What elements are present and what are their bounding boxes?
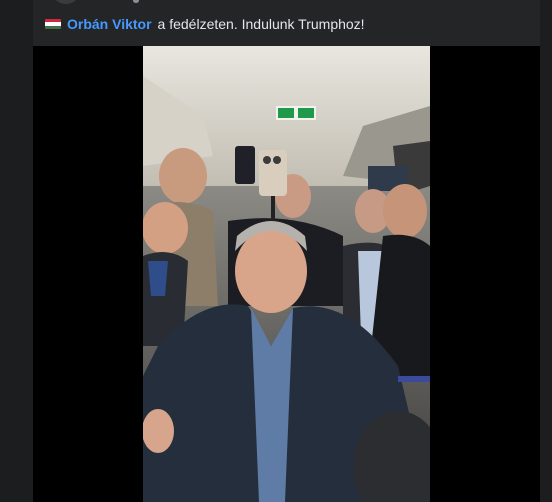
post-card: Orbán Viktor a fedélzeten. Indulunk Trum… <box>33 0 540 502</box>
author-mention-link[interactable]: Orbán Viktor <box>67 16 152 32</box>
hungary-flag-icon <box>45 19 61 29</box>
privacy-icon <box>133 0 139 3</box>
caption-text: a fedélzeten. Indulunk Trumphoz! <box>157 16 365 32</box>
post-header: Orbán Viktor a fedélzeten. Indulunk Trum… <box>33 0 540 46</box>
exit-arrows-icon <box>276 106 316 120</box>
video-still-image <box>143 46 430 502</box>
video-frame[interactable] <box>143 46 430 502</box>
avatar[interactable] <box>51 0 81 4</box>
post-caption: Orbán Viktor a fedélzeten. Indulunk Trum… <box>45 14 365 34</box>
video-player[interactable] <box>33 46 540 502</box>
